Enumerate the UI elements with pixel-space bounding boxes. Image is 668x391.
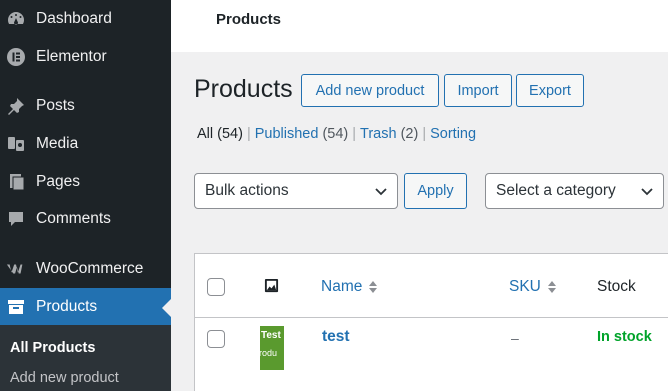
view-sorting[interactable]: Sorting <box>430 126 476 142</box>
sidebar-item-dashboard[interactable]: Dashboard <box>0 0 171 38</box>
sidebar-item-woocommerce[interactable]: WooCommerce <box>0 250 171 288</box>
view-separator: | <box>422 126 427 142</box>
sidebar-item-label: Products <box>36 298 98 315</box>
import-button[interactable]: Import <box>444 74 512 107</box>
products-table: Name SKU Stock Test rodu test – In stock <box>194 253 668 391</box>
image-column-icon <box>264 278 279 298</box>
dashboard-icon <box>6 9 26 29</box>
column-header-sku[interactable]: SKU <box>509 278 557 296</box>
sidebar-item-label: Pages <box>36 173 80 190</box>
view-separator: | <box>246 126 251 142</box>
sort-icon <box>369 280 378 293</box>
bulk-actions-value: Bulk actions <box>205 182 289 199</box>
media-icon <box>6 134 26 154</box>
submenu-all-products[interactable]: All Products <box>10 340 95 356</box>
column-header-stock: Stock <box>597 278 636 295</box>
bulk-actions-select[interactable]: Bulk actions <box>194 173 398 209</box>
sidebar-item-label: Comments <box>36 210 111 227</box>
pages-icon <box>6 172 26 192</box>
elementor-icon <box>6 47 26 67</box>
column-header-name[interactable]: Name <box>321 278 378 296</box>
header-title: Products <box>216 11 282 28</box>
sidebar-item-comments[interactable]: Comments <box>0 200 171 238</box>
status-filter-views: All (54) | Published (54) | Trash (2) | Sortin… <box>197 126 476 142</box>
products-submenu: All Products Add new product <box>0 325 171 391</box>
pin-icon <box>6 96 26 116</box>
sidebar-item-media[interactable]: Media <box>0 125 171 163</box>
sidebar-item-label: Media <box>36 135 79 152</box>
comments-icon <box>6 209 26 229</box>
row-checkbox[interactable] <box>207 330 225 348</box>
product-name-link[interactable]: test <box>322 328 350 346</box>
export-button[interactable]: Export <box>516 74 584 107</box>
submenu-add-new-product[interactable]: Add new product <box>10 370 119 386</box>
view-trash[interactable]: Trash (2) <box>360 126 418 142</box>
page-title: Products <box>194 75 293 103</box>
product-sku: – <box>511 330 519 346</box>
view-separator: | <box>352 126 357 142</box>
stock-status: In stock <box>597 329 652 345</box>
apply-button[interactable]: Apply <box>404 173 467 209</box>
sidebar-item-label: Elementor <box>36 48 107 65</box>
view-published[interactable]: Published (54) <box>255 126 349 142</box>
sidebar-item-pages[interactable]: Pages <box>0 163 171 201</box>
view-all[interactable]: All (54) <box>197 126 243 142</box>
chevron-down-icon <box>375 188 387 196</box>
active-indicator <box>162 299 171 317</box>
chevron-down-icon <box>641 188 653 196</box>
sidebar-item-label: Posts <box>36 97 75 114</box>
sidebar-item-products[interactable]: Products <box>0 288 171 326</box>
header-divider <box>195 317 668 318</box>
sidebar-item-label: WooCommerce <box>36 260 144 277</box>
sidebar-item-posts[interactable]: Posts <box>0 87 171 125</box>
product-thumbnail[interactable]: Test rodu <box>260 326 284 370</box>
category-value: Select a category <box>496 182 616 199</box>
admin-sidebar: Dashboard Elementor Posts Media Pages Co… <box>0 0 171 391</box>
sort-icon <box>547 280 556 293</box>
woocommerce-icon <box>6 259 26 279</box>
page-header-bar: Products <box>171 0 668 52</box>
sidebar-item-label: Dashboard <box>36 10 112 27</box>
select-all-checkbox[interactable] <box>207 278 225 296</box>
category-select[interactable]: Select a category <box>485 173 664 209</box>
add-new-product-button[interactable]: Add new product <box>301 74 439 107</box>
archive-icon <box>6 297 26 317</box>
sidebar-item-elementor[interactable]: Elementor <box>0 38 171 76</box>
